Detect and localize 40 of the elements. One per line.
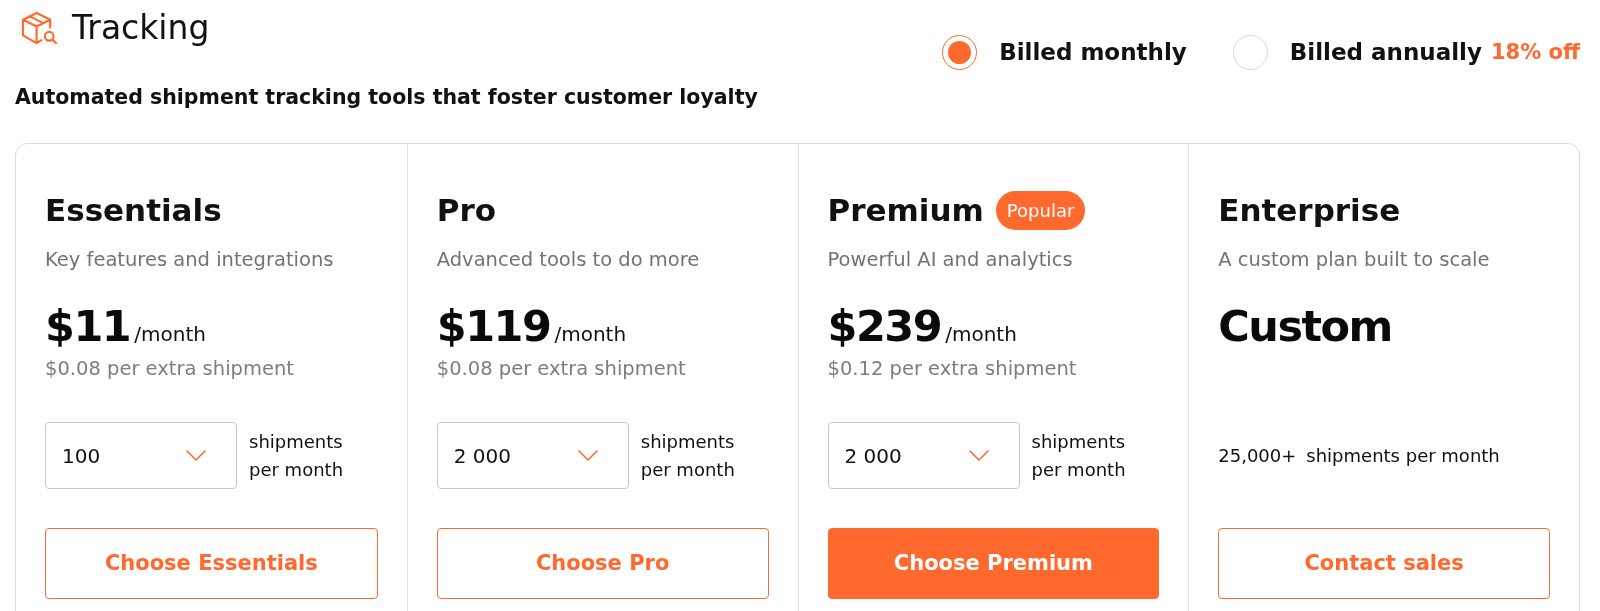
plan-name: Pro	[436, 191, 497, 230]
chevron-down-icon	[577, 450, 598, 461]
billing-label: Billed monthly	[999, 38, 1187, 68]
plan-price: $239	[827, 300, 942, 353]
page-subtitle: Automated shipment tracking tools that foster customer loyalty	[15, 85, 758, 109]
shipments-dropdown[interactable]: 2 000	[436, 422, 629, 489]
plan-description: Advanced tools to do more	[436, 247, 700, 273]
plan-description: A custom plan built to scale	[1218, 247, 1490, 273]
shipments-label: shipments per month	[1031, 429, 1127, 482]
plan-price: $11	[45, 300, 131, 353]
plan-description: Key features and integrations	[45, 247, 334, 273]
plan-name: Enterprise	[1218, 191, 1401, 230]
plan-name: Essentials	[45, 191, 222, 230]
price-period: /month	[945, 322, 1017, 346]
plan-price: Custom	[1218, 300, 1392, 353]
extra-shipment-price: $0.08 per extra shipment	[45, 357, 294, 380]
chevron-down-icon	[186, 450, 206, 461]
price-period: /month	[554, 322, 627, 346]
billing-label: Billed annually	[1289, 38, 1482, 68]
plan-button[interactable]: Choose Essentials	[45, 528, 378, 599]
extra-shipment-price: $0.08 per extra shipment	[436, 357, 686, 380]
plan-button[interactable]: Choose Pro	[436, 528, 769, 599]
plan-description: Powerful AI and analytics	[827, 247, 1073, 273]
plan-button[interactable]: Choose Premium	[827, 528, 1160, 599]
chevron-down-icon	[968, 450, 989, 461]
shipments-dropdown[interactable]: 2 000	[827, 422, 1020, 489]
price-period: /month	[134, 322, 206, 346]
plan-name: Premium	[827, 191, 984, 230]
shipments-label: shipments per month	[249, 429, 345, 482]
extra-shipment-price: $0.12 per extra shipment	[827, 357, 1077, 380]
box-search-icon	[20, 10, 59, 46]
shipments-count: 25,000+	[1218, 444, 1297, 468]
page-title: Tracking	[72, 10, 210, 46]
plan-button[interactable]: Contact sales	[1218, 528, 1550, 599]
shipments-label: shipments per month	[1306, 444, 1500, 468]
shipments-dropdown[interactable]: 100	[45, 422, 237, 489]
popular-badge: Popular	[995, 190, 1086, 230]
discount-label: 18% off	[1491, 38, 1580, 66]
plan-price: $119	[436, 300, 551, 353]
shipments-label: shipments per month	[640, 429, 736, 482]
